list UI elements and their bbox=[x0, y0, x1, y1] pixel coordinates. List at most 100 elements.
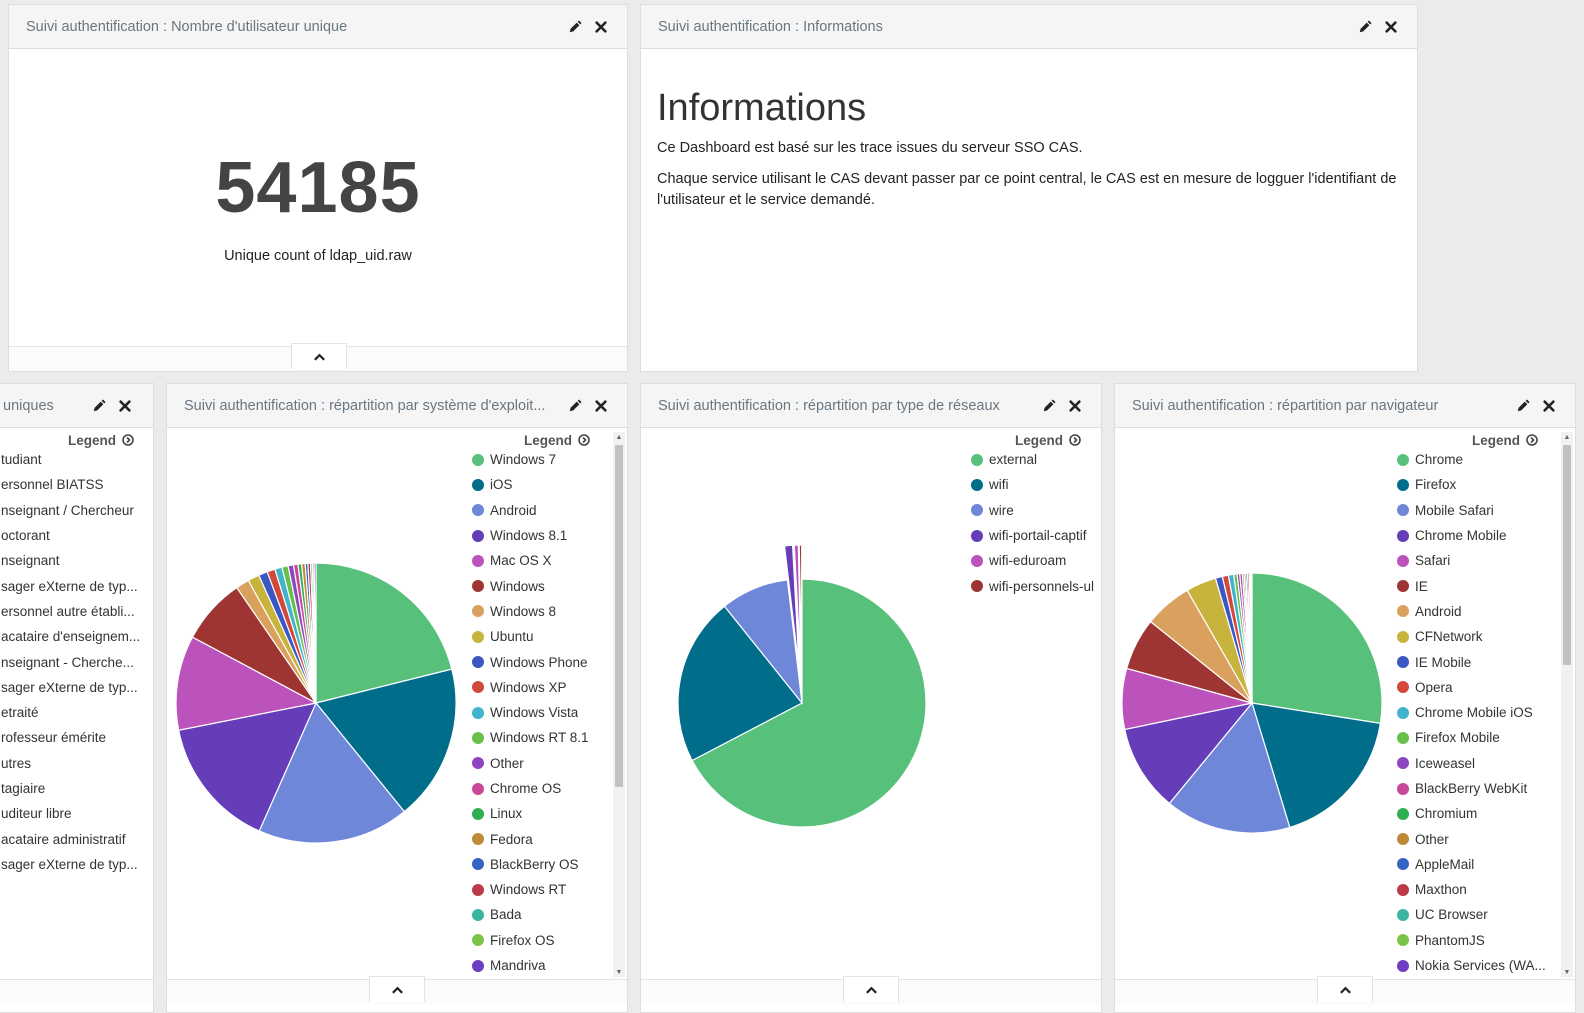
legend-item[interactable]: IE Mobile bbox=[1397, 649, 1555, 674]
close-icon[interactable] bbox=[117, 398, 133, 414]
legend-item[interactable]: Windows bbox=[472, 573, 607, 598]
legend-item[interactable]: Chrome OS bbox=[472, 776, 607, 801]
pencil-icon[interactable] bbox=[1357, 19, 1373, 35]
legend-item[interactable]: Chromium bbox=[1397, 801, 1555, 826]
legend-item[interactable]: Maxthon bbox=[1397, 877, 1555, 902]
legend-item[interactable]: BlackBerry WebKit bbox=[1397, 776, 1555, 801]
legend-item[interactable]: AppleMail bbox=[1397, 852, 1555, 877]
legend-item[interactable]: Windows 8 bbox=[472, 599, 607, 624]
legend-item[interactable]: Windows XP bbox=[472, 675, 607, 700]
legend-item[interactable]: wifi-eduroam bbox=[971, 548, 1101, 573]
legend-item[interactable]: Chrome Mobile bbox=[1397, 523, 1555, 548]
legend-toggle[interactable]: Legend bbox=[1015, 432, 1083, 448]
legend-item[interactable]: Safari bbox=[1397, 548, 1555, 573]
legend-color-dot bbox=[1397, 934, 1409, 947]
legend-item[interactable]: nseignant - Cherche... bbox=[1, 649, 151, 674]
legend-item[interactable]: wire bbox=[971, 498, 1101, 523]
legend-item[interactable]: Chrome Mobile iOS bbox=[1397, 700, 1555, 725]
legend-item[interactable]: Fedora bbox=[472, 826, 607, 851]
scroll-up-arrow[interactable]: ▲ bbox=[1561, 432, 1573, 442]
legend-item[interactable]: Ubuntu bbox=[472, 624, 607, 649]
close-icon[interactable] bbox=[593, 19, 609, 35]
scroll-down-arrow[interactable]: ▼ bbox=[613, 967, 625, 977]
legend-item[interactable]: Iceweasel bbox=[1397, 751, 1555, 776]
legend-item[interactable]: ersonnel BIATSS bbox=[1, 472, 151, 497]
legend-item[interactable]: Firefox Mobile bbox=[1397, 725, 1555, 750]
collapse-toggle[interactable] bbox=[369, 976, 425, 1002]
collapse-toggle[interactable] bbox=[1317, 976, 1373, 1002]
legend-color-dot bbox=[472, 478, 484, 491]
legend-item[interactable]: PhantomJS bbox=[1397, 928, 1555, 953]
legend-item[interactable]: UC Browser bbox=[1397, 902, 1555, 927]
legend-item[interactable]: Nokia Services (WA... bbox=[1397, 953, 1555, 978]
legend-item[interactable]: Android bbox=[472, 498, 607, 523]
legend-item[interactable]: Other bbox=[1397, 826, 1555, 851]
legend-item[interactable]: external bbox=[971, 447, 1101, 472]
scroll-thumb[interactable] bbox=[1563, 445, 1571, 665]
legend-item[interactable]: Windows Phone bbox=[472, 649, 607, 674]
close-icon[interactable] bbox=[1067, 398, 1083, 414]
legend-item[interactable]: Bada bbox=[472, 902, 607, 927]
legend-item[interactable]: Windows Vista bbox=[472, 700, 607, 725]
pencil-icon[interactable] bbox=[91, 398, 107, 414]
legend-item[interactable]: Mobile Safari bbox=[1397, 498, 1555, 523]
legend-item[interactable]: ersonnel autre établi... bbox=[1, 599, 151, 624]
legend-item[interactable]: Chrome bbox=[1397, 447, 1555, 472]
close-icon[interactable] bbox=[593, 398, 609, 414]
legend-item[interactable]: Mac OS X bbox=[472, 548, 607, 573]
legend-item[interactable]: wifi bbox=[971, 472, 1101, 497]
legend-item[interactable]: sager eXterne de typ... bbox=[1, 675, 151, 700]
legend-item[interactable]: CFNetwork bbox=[1397, 624, 1555, 649]
legend-item[interactable]: Opera bbox=[1397, 675, 1555, 700]
legend-item[interactable]: uditeur libre bbox=[1, 801, 151, 826]
legend-item[interactable]: Windows RT 8.1 bbox=[472, 725, 607, 750]
legend-item[interactable]: sager eXterne de typ... bbox=[1, 852, 151, 877]
legend-item[interactable]: acataire administratif bbox=[1, 826, 151, 851]
legend-item[interactable]: iOS bbox=[472, 472, 607, 497]
legend-item[interactable]: Windows 8.1 bbox=[472, 523, 607, 548]
legend-item[interactable]: acataire d'enseignem... bbox=[1, 624, 151, 649]
scroll-down-arrow[interactable]: ▼ bbox=[1561, 967, 1573, 977]
legend-item[interactable]: wifi-personnels-ul bbox=[971, 573, 1101, 598]
legend-toggle[interactable]: Legend bbox=[68, 432, 136, 448]
legend-label: ersonnel BIATSS bbox=[1, 477, 104, 493]
legend-item[interactable]: Windows RT bbox=[472, 877, 607, 902]
legend-item[interactable]: tudiant bbox=[1, 447, 151, 472]
legend-item[interactable]: nseignant bbox=[1, 548, 151, 573]
pencil-icon[interactable] bbox=[567, 19, 583, 35]
legend-label: wifi-eduroam bbox=[989, 553, 1067, 569]
legend-item[interactable]: BlackBerry OS bbox=[472, 852, 607, 877]
collapse-toggle[interactable] bbox=[843, 976, 899, 1002]
legend-item[interactable]: sager eXterne de typ... bbox=[1, 573, 151, 598]
collapse-toggle[interactable] bbox=[291, 343, 347, 369]
legend-item[interactable]: utres bbox=[1, 751, 151, 776]
legend-color-dot bbox=[971, 478, 983, 491]
legend-item[interactable]: Other bbox=[472, 751, 607, 776]
legend-scrollbar[interactable]: ▲ ▼ bbox=[1561, 432, 1573, 977]
close-icon[interactable] bbox=[1383, 19, 1399, 35]
scroll-up-arrow[interactable]: ▲ bbox=[613, 432, 625, 442]
legend-item[interactable]: Windows 7 bbox=[472, 447, 607, 472]
legend-scrollbar[interactable]: ▲ ▼ bbox=[613, 432, 625, 977]
legend-item[interactable]: etraité bbox=[1, 700, 151, 725]
legend-item[interactable]: Android bbox=[1397, 599, 1555, 624]
legend-item[interactable]: IE bbox=[1397, 573, 1555, 598]
legend-item[interactable]: Linux bbox=[472, 801, 607, 826]
legend-item[interactable]: Firefox bbox=[1397, 472, 1555, 497]
legend-item[interactable]: wifi-portail-captif bbox=[971, 523, 1101, 548]
pencil-icon[interactable] bbox=[1041, 398, 1057, 414]
legend-item[interactable]: Mandriva bbox=[472, 953, 607, 978]
pencil-icon[interactable] bbox=[567, 398, 583, 414]
legend-item[interactable]: nseignant / Chercheur bbox=[1, 498, 151, 523]
pencil-icon[interactable] bbox=[1515, 398, 1531, 414]
legend-toggle[interactable]: Legend bbox=[524, 432, 592, 448]
pie-slice[interactable] bbox=[1251, 572, 1383, 725]
legend-item[interactable]: Firefox OS bbox=[472, 928, 607, 953]
scroll-thumb[interactable] bbox=[615, 445, 623, 787]
legend-toggle[interactable]: Legend bbox=[1472, 432, 1540, 448]
legend-item[interactable]: octorant bbox=[1, 523, 151, 548]
close-icon[interactable] bbox=[1541, 398, 1557, 414]
legend-color-dot bbox=[472, 908, 484, 921]
legend-item[interactable]: tagiaire bbox=[1, 776, 151, 801]
legend-item[interactable]: rofesseur émérite bbox=[1, 725, 151, 750]
